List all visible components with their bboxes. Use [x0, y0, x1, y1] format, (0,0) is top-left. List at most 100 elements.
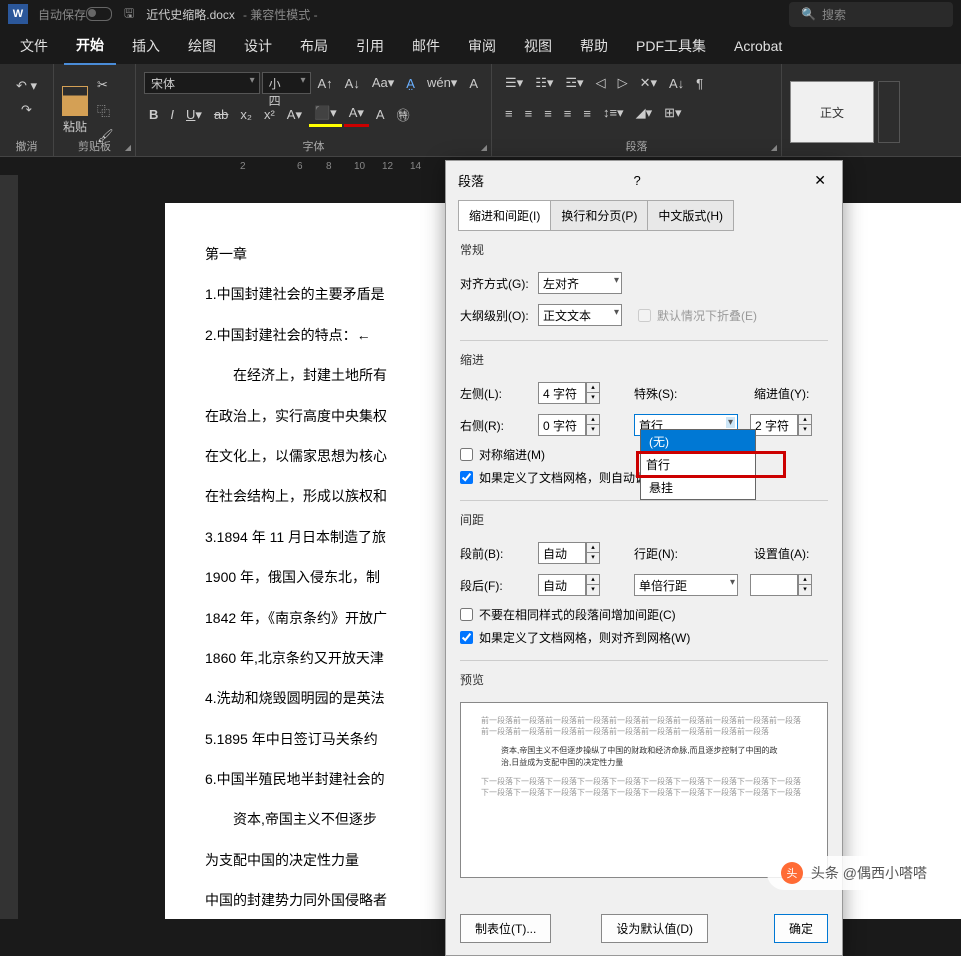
- tab-indent-spacing[interactable]: 缩进和间距(I): [458, 200, 551, 231]
- text-effect[interactable]: A▾: [282, 104, 307, 126]
- highlight[interactable]: ⬛▾: [309, 102, 342, 127]
- font-color[interactable]: A▾: [344, 102, 369, 127]
- left-indent-input[interactable]: [538, 382, 586, 404]
- paste-button[interactable]: 粘贴: [62, 80, 88, 140]
- section-preview: 预览: [460, 671, 828, 692]
- tab-home[interactable]: 开始: [64, 27, 116, 65]
- distribute[interactable]: ≡: [578, 103, 596, 124]
- enclose-char[interactable]: ㊕: [392, 102, 415, 127]
- autosave-toggle[interactable]: [86, 7, 112, 21]
- tab-view[interactable]: 视图: [512, 28, 564, 64]
- right-indent-input[interactable]: [538, 414, 586, 436]
- ok-button[interactable]: 确定: [774, 914, 828, 943]
- font-size-select[interactable]: 小四: [262, 72, 311, 94]
- ribbon-tabs: 文件 开始 插入 绘图 设计 布局 引用 邮件 审阅 视图 帮助 PDF工具集 …: [0, 28, 961, 64]
- underline-button[interactable]: U▾: [181, 104, 207, 126]
- tab-layout[interactable]: 布局: [288, 28, 340, 64]
- before-input[interactable]: [538, 542, 586, 564]
- italic-button[interactable]: I: [165, 104, 179, 125]
- shrink-font[interactable]: A↓: [340, 73, 365, 94]
- at-spinner[interactable]: ▴▾: [798, 574, 812, 596]
- after-input[interactable]: [538, 574, 586, 596]
- borders[interactable]: ⊞▾: [659, 102, 686, 124]
- after-spinner[interactable]: ▴▾: [586, 574, 600, 596]
- option-hanging[interactable]: 悬挂: [641, 476, 755, 499]
- font-expand-icon[interactable]: ◢: [481, 143, 487, 152]
- option-first-line[interactable]: 首行: [638, 453, 784, 476]
- subscript[interactable]: x₂: [235, 104, 257, 125]
- tab-insert[interactable]: 插入: [120, 28, 172, 64]
- outline-select[interactable]: 正文文本▾: [538, 304, 622, 326]
- copy-button[interactable]: ⿻: [92, 98, 119, 123]
- line-spacing[interactable]: ↕≡▾: [598, 102, 629, 124]
- bold-button[interactable]: B: [144, 104, 163, 125]
- tab-review[interactable]: 审阅: [456, 28, 508, 64]
- right-spinner[interactable]: ▴▾: [586, 414, 600, 436]
- tabs-button[interactable]: 制表位(T)...: [460, 914, 551, 943]
- tab-mailings[interactable]: 邮件: [400, 28, 452, 64]
- tab-acrobat[interactable]: Acrobat: [722, 30, 794, 62]
- line-spacing-select[interactable]: 单倍行距▾: [634, 574, 738, 596]
- at-input[interactable]: [750, 574, 798, 596]
- tab-line-break[interactable]: 换行和分页(P): [550, 200, 648, 231]
- snap-checkbox[interactable]: [460, 631, 473, 644]
- section-spacing: 间距: [460, 511, 828, 532]
- justify[interactable]: ≡: [559, 103, 577, 124]
- shading[interactable]: ◢▾: [631, 102, 658, 124]
- cut-button[interactable]: ✂: [92, 74, 119, 96]
- tab-draw[interactable]: 绘图: [176, 28, 228, 64]
- special-dropdown: (无) 首行 悬挂: [640, 429, 756, 500]
- dialog-tabs: 缩进和间距(I) 换行和分页(P) 中文版式(H): [446, 200, 842, 231]
- clipboard-expand-icon[interactable]: ◢: [125, 143, 131, 152]
- bullets[interactable]: ☰▾: [500, 72, 528, 94]
- save-icon[interactable]: 🖫: [124, 4, 134, 25]
- redo-button[interactable]: ↷: [16, 99, 37, 121]
- preview-box: 前一段落前一段落前一段落前一段落前一段落前一段落前一段落前一段落前一段落前一段落…: [460, 702, 828, 878]
- undo-button[interactable]: ↶ ▾: [11, 75, 42, 97]
- show-marks[interactable]: ¶: [691, 73, 708, 94]
- numbering[interactable]: ☷▾: [530, 72, 558, 94]
- tab-file[interactable]: 文件: [8, 28, 60, 64]
- tab-design[interactable]: 设计: [232, 28, 284, 64]
- border-char[interactable]: A: [464, 73, 483, 94]
- align-select[interactable]: 左对齐▾: [538, 272, 622, 294]
- align-right[interactable]: ≡: [539, 103, 557, 124]
- close-icon[interactable]: ✕: [810, 172, 830, 189]
- font-name-select[interactable]: 宋体: [144, 72, 260, 94]
- vertical-ruler[interactable]: [0, 175, 18, 919]
- left-indent-label: 左侧(L):: [460, 385, 530, 402]
- noadd-checkbox[interactable]: [460, 608, 473, 621]
- autosave-label: 自动保存: [38, 6, 86, 23]
- paragraph-expand-icon[interactable]: ◢: [771, 143, 777, 152]
- mirror-checkbox[interactable]: [460, 448, 473, 461]
- change-case[interactable]: Aa▾: [367, 72, 399, 94]
- by-spinner[interactable]: ▴▾: [798, 414, 812, 436]
- clear-format[interactable]: wén▾: [422, 72, 462, 94]
- right-indent-label: 右侧(R):: [460, 417, 530, 434]
- autogrid-checkbox[interactable]: [460, 471, 473, 484]
- asian-layout[interactable]: ✕▾: [635, 72, 662, 94]
- align-center[interactable]: ≡: [520, 103, 538, 124]
- decrease-indent[interactable]: ◁: [591, 72, 611, 94]
- char-shading[interactable]: A: [371, 104, 390, 125]
- option-none[interactable]: (无): [641, 430, 755, 453]
- phonetic[interactable]: A̤: [401, 73, 420, 94]
- strike-button[interactable]: ab: [209, 104, 233, 125]
- help-icon[interactable]: ?: [634, 173, 641, 188]
- by-input[interactable]: [750, 414, 798, 436]
- style-next[interactable]: [878, 81, 900, 143]
- multilevel[interactable]: ☲▾: [560, 72, 588, 94]
- tab-asian[interactable]: 中文版式(H): [647, 200, 734, 231]
- tab-pdf[interactable]: PDF工具集: [624, 28, 718, 64]
- sort[interactable]: A↓: [664, 73, 689, 94]
- before-spinner[interactable]: ▴▾: [586, 542, 600, 564]
- tab-help[interactable]: 帮助: [568, 28, 620, 64]
- search-box[interactable]: 🔍搜索: [789, 2, 953, 27]
- tab-references[interactable]: 引用: [344, 28, 396, 64]
- align-left[interactable]: ≡: [500, 103, 518, 124]
- left-spinner[interactable]: ▴▾: [586, 382, 600, 404]
- increase-indent[interactable]: ▷: [613, 72, 633, 94]
- grow-font[interactable]: A↑: [313, 73, 338, 94]
- default-button[interactable]: 设为默认值(D): [601, 914, 708, 943]
- style-normal[interactable]: 正文: [790, 81, 874, 143]
